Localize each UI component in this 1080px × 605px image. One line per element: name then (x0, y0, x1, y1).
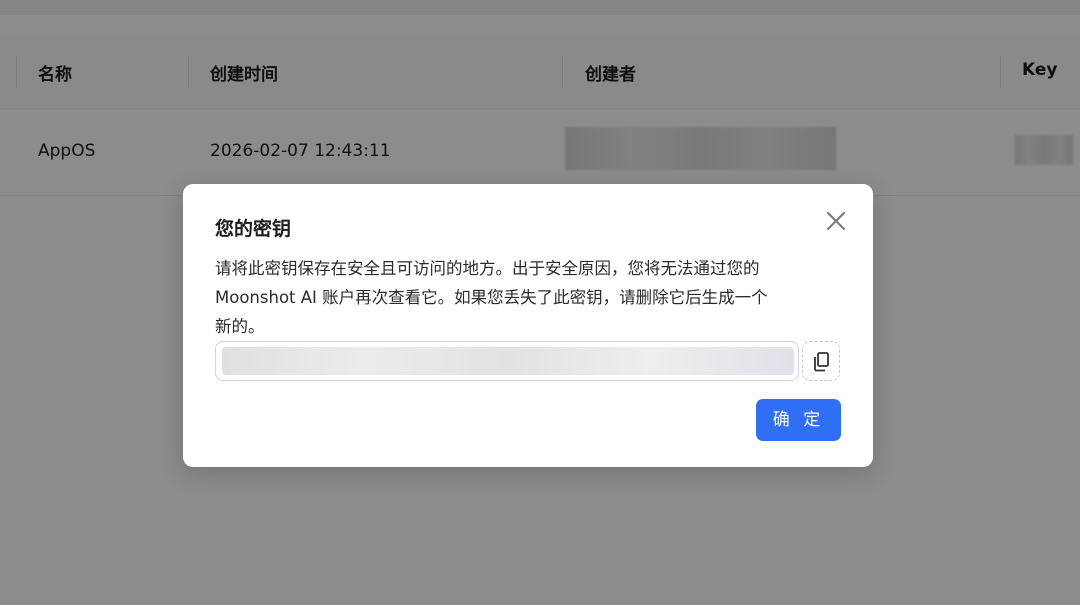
close-button[interactable] (823, 208, 849, 234)
modal-title: 您的密钥 (215, 218, 292, 240)
secret-key-redacted (222, 347, 794, 375)
copy-icon (814, 352, 829, 372)
secret-key-field[interactable] (215, 341, 799, 381)
copy-button[interactable] (802, 341, 840, 381)
description-line: Moonshot AI 账户再次查看它。如果您丢失了此密钥，请删除它后生成一个 (215, 288, 768, 307)
confirm-button[interactable]: 确 定 (756, 399, 841, 441)
close-icon (827, 212, 845, 230)
api-keys-page: 名称 创建时间 创建者 Key AppOS 2026-02-07 12:43:1… (0, 0, 1080, 605)
description-line: 新的。 (215, 317, 265, 336)
modal-description: 请将此密钥保存在安全且可访问的地方。出于安全原因，您将无法通过您的 Moonsh… (215, 254, 843, 341)
secret-key-modal: 您的密钥 请将此密钥保存在安全且可访问的地方。出于安全原因，您将无法通过您的 M… (183, 184, 873, 467)
description-line: 请将此密钥保存在安全且可访问的地方。出于安全原因，您将无法通过您的 (215, 259, 760, 278)
